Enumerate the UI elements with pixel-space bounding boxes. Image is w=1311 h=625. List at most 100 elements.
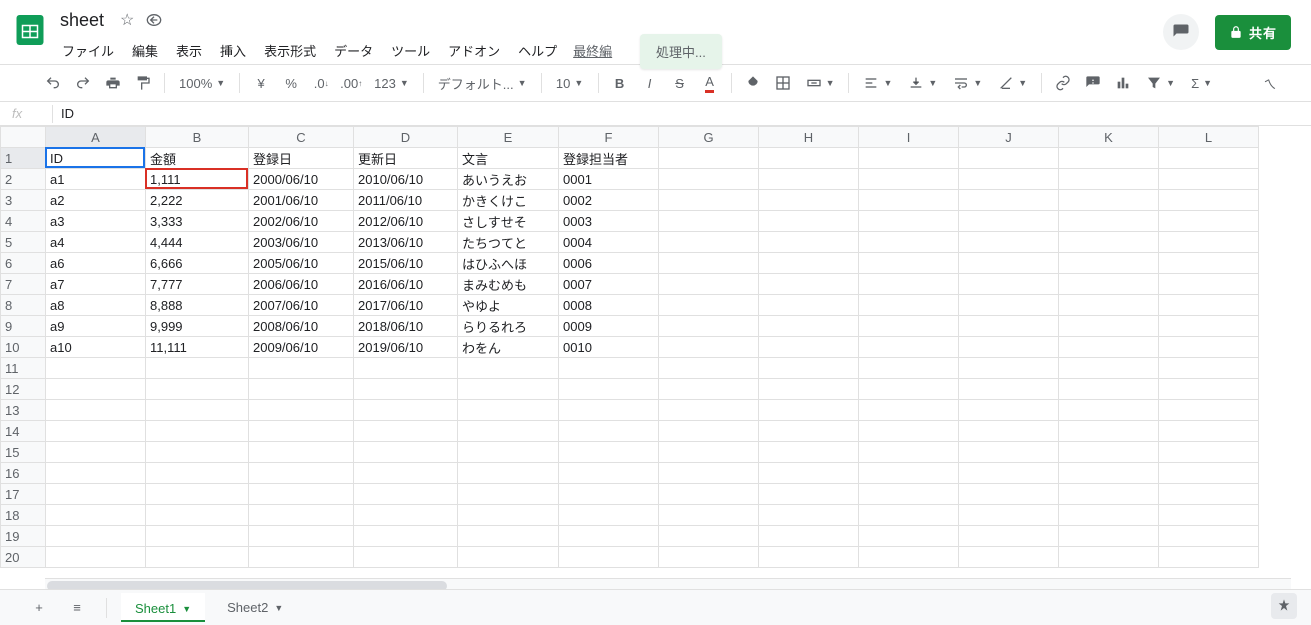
cell[interactable]: ID (46, 148, 146, 169)
col-header-A[interactable]: A (46, 127, 146, 148)
row-header-13[interactable]: 13 (1, 400, 46, 421)
bold-icon[interactable]: B (607, 70, 633, 96)
cell[interactable]: 8,888 (146, 295, 249, 316)
cell[interactable] (1059, 358, 1159, 379)
cell[interactable] (146, 526, 249, 547)
cell[interactable]: 2012/06/10 (354, 211, 458, 232)
explore-icon[interactable] (1271, 593, 1297, 619)
cell[interactable] (146, 484, 249, 505)
menu-help[interactable]: ヘルプ (510, 37, 565, 64)
col-header-B[interactable]: B (146, 127, 249, 148)
print-icon[interactable] (100, 70, 126, 96)
cell[interactable] (1059, 316, 1159, 337)
cell[interactable] (1159, 274, 1259, 295)
cell[interactable] (859, 421, 959, 442)
select-all-corner[interactable] (1, 127, 46, 148)
cell[interactable]: 文言 (458, 148, 559, 169)
cell[interactable] (146, 400, 249, 421)
cell[interactable]: 11,111 (146, 337, 249, 358)
row-header-11[interactable]: 11 (1, 358, 46, 379)
cell[interactable] (659, 442, 759, 463)
cell[interactable]: a7 (46, 274, 146, 295)
col-header-G[interactable]: G (659, 127, 759, 148)
cell[interactable] (659, 211, 759, 232)
cell[interactable] (146, 547, 249, 568)
row-header-16[interactable]: 16 (1, 463, 46, 484)
cell[interactable] (559, 379, 659, 400)
cell[interactable] (1059, 148, 1159, 169)
cell[interactable] (559, 463, 659, 484)
col-header-F[interactable]: F (559, 127, 659, 148)
cell[interactable] (659, 400, 759, 421)
cell[interactable] (759, 358, 859, 379)
cell[interactable]: たちつてと (458, 232, 559, 253)
cell[interactable]: a6 (46, 253, 146, 274)
cell[interactable] (759, 295, 859, 316)
cell[interactable] (659, 421, 759, 442)
row-header-5[interactable]: 5 (1, 232, 46, 253)
cell[interactable] (46, 484, 146, 505)
cell[interactable]: a10 (46, 337, 146, 358)
cell[interactable] (249, 526, 354, 547)
row-header-15[interactable]: 15 (1, 442, 46, 463)
cell[interactable] (959, 211, 1059, 232)
row-header-19[interactable]: 19 (1, 526, 46, 547)
col-header-I[interactable]: I (859, 127, 959, 148)
cell[interactable] (1159, 358, 1259, 379)
collapse-toolbar-icon[interactable]: ㄟ (1257, 70, 1283, 96)
cell[interactable]: a8 (46, 295, 146, 316)
cell[interactable] (759, 337, 859, 358)
cell[interactable] (959, 400, 1059, 421)
cell[interactable] (859, 526, 959, 547)
font-size-dropdown[interactable]: 10▼ (550, 70, 590, 96)
cell[interactable] (659, 169, 759, 190)
cell[interactable] (659, 295, 759, 316)
cell[interactable] (859, 169, 959, 190)
cell[interactable] (1059, 379, 1159, 400)
cell[interactable] (458, 505, 559, 526)
cell[interactable]: 2000/06/10 (249, 169, 354, 190)
add-sheet-icon[interactable]: + (24, 593, 54, 623)
cell[interactable]: 登録担当者 (559, 148, 659, 169)
cell[interactable] (759, 316, 859, 337)
cell[interactable]: 4,444 (146, 232, 249, 253)
share-button[interactable]: 共有 (1215, 15, 1291, 50)
cell[interactable] (1059, 295, 1159, 316)
menu-edit[interactable]: 編集 (124, 37, 166, 64)
cell[interactable] (959, 526, 1059, 547)
cell[interactable] (146, 463, 249, 484)
cell[interactable]: 2015/06/10 (354, 253, 458, 274)
rotate-dropdown[interactable]: ▼ (992, 70, 1033, 96)
number-format-dropdown[interactable]: 123▼ (368, 70, 415, 96)
cell[interactable] (354, 526, 458, 547)
cell[interactable] (559, 421, 659, 442)
redo-icon[interactable] (70, 70, 96, 96)
cell[interactable] (1059, 547, 1159, 568)
cell[interactable] (458, 547, 559, 568)
cell[interactable] (1059, 274, 1159, 295)
cell[interactable] (249, 547, 354, 568)
valign-dropdown[interactable]: ▼ (902, 70, 943, 96)
cell[interactable] (959, 484, 1059, 505)
cell[interactable] (1159, 421, 1259, 442)
cell[interactable] (959, 232, 1059, 253)
cell[interactable] (1159, 379, 1259, 400)
cell[interactable] (659, 358, 759, 379)
cell[interactable] (959, 463, 1059, 484)
spreadsheet-grid[interactable]: A B C D E F G H I J K L 1ID金額登録日更新日文言登録担… (0, 126, 1259, 568)
col-header-K[interactable]: K (1059, 127, 1159, 148)
cell[interactable] (146, 442, 249, 463)
cell[interactable] (1059, 526, 1159, 547)
row-header-20[interactable]: 20 (1, 547, 46, 568)
cell[interactable]: 2011/06/10 (354, 190, 458, 211)
cell[interactable]: 2005/06/10 (249, 253, 354, 274)
cell[interactable]: 2017/06/10 (354, 295, 458, 316)
cell[interactable]: 2002/06/10 (249, 211, 354, 232)
cell[interactable] (859, 211, 959, 232)
cell[interactable] (859, 547, 959, 568)
cell[interactable]: a4 (46, 232, 146, 253)
cell[interactable] (46, 379, 146, 400)
cell[interactable] (959, 379, 1059, 400)
cell[interactable]: 2013/06/10 (354, 232, 458, 253)
cell[interactable] (1159, 253, 1259, 274)
